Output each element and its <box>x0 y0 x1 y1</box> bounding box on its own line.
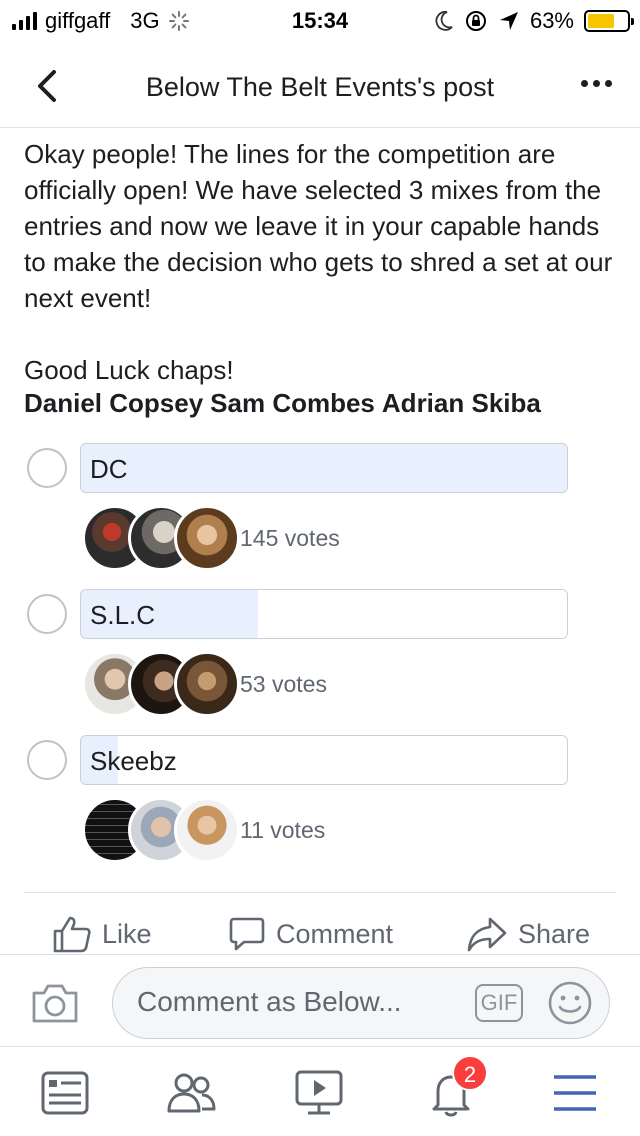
poll-option-label: DC <box>90 454 128 484</box>
poll-option-bar[interactable]: Skeebz <box>80 735 568 785</box>
poll-option-label: Skeebz <box>90 746 177 776</box>
like-label: Like <box>102 918 152 949</box>
vote-count[interactable]: 53 votes <box>240 671 327 698</box>
voter-avatars[interactable] <box>82 651 240 717</box>
thumbs-up-icon <box>53 916 91 953</box>
tagged-person-link[interactable]: Sam Combes <box>210 388 375 419</box>
moon-icon <box>435 11 453 31</box>
friends-icon <box>167 1073 216 1113</box>
post-header: Below The Belt Events's post <box>0 44 640 128</box>
rotation-lock-icon <box>465 11 486 31</box>
post-paragraph: Okay people! The lines for the competiti… <box>24 139 613 313</box>
comment-label: Comment <box>276 918 394 949</box>
poll-radio-button[interactable] <box>27 740 67 780</box>
poll-option-bar[interactable]: DC <box>80 443 568 493</box>
share-arrow-icon <box>467 917 507 952</box>
poll-radio-button[interactable] <box>27 448 67 488</box>
battery-percent: 63% <box>529 8 574 33</box>
tagged-person-link[interactable]: Daniel Copsey <box>24 388 203 419</box>
poll-option-bar[interactable]: S.L.C <box>80 589 568 639</box>
poll-result-fill <box>81 444 567 492</box>
bottom-tab-bar: 2 <box>0 1046 640 1136</box>
voter-avatars[interactable] <box>82 505 240 571</box>
comment-button[interactable]: Comment <box>228 910 393 958</box>
news-feed-icon <box>41 1071 89 1115</box>
avatar <box>174 651 240 717</box>
poll-radio-button[interactable] <box>27 594 67 634</box>
avatar <box>174 505 240 571</box>
camera-icon <box>32 984 78 1023</box>
page-title: Below The Belt Events's post <box>145 72 495 102</box>
share-label: Share <box>518 918 591 949</box>
hamburger-menu-icon <box>554 1075 596 1111</box>
tab-watch[interactable] <box>292 1067 346 1119</box>
avatar <box>174 797 240 863</box>
divider <box>24 892 616 893</box>
location-arrow-icon <box>499 12 518 30</box>
battery-icon <box>584 10 634 32</box>
comment-placeholder: Comment as Below... <box>137 986 402 1017</box>
tab-news-feed[interactable] <box>38 1067 92 1119</box>
more-dots-icon <box>581 80 588 87</box>
post-paragraph: Good Luck chaps! <box>24 355 234 385</box>
comment-input[interactable]: Comment as Below... GIF <box>112 967 610 1039</box>
gif-button[interactable]: GIF <box>475 984 523 1022</box>
voter-avatars[interactable] <box>82 797 240 863</box>
more-options-button[interactable] <box>581 80 612 87</box>
notification-badge: 2 <box>452 1055 488 1091</box>
vote-count[interactable]: 145 votes <box>240 525 340 552</box>
camera-button[interactable] <box>30 981 80 1025</box>
tab-menu[interactable] <box>548 1067 602 1119</box>
poll-option-label: S.L.C <box>90 600 156 630</box>
emoji-button[interactable] <box>547 980 593 1026</box>
smiley-icon <box>548 981 592 1025</box>
status-bar: giffgaff 3G 15:34 63% <box>0 0 640 40</box>
comment-composer: Comment as Below... GIF <box>0 954 640 1046</box>
tab-friends[interactable] <box>164 1067 218 1119</box>
post-body: Okay people! The lines for the competiti… <box>24 136 624 388</box>
vote-count[interactable]: 11 votes <box>240 817 325 844</box>
video-play-icon <box>295 1070 343 1115</box>
comment-bubble-icon <box>229 917 265 951</box>
like-button[interactable]: Like <box>52 910 152 958</box>
share-button[interactable]: Share <box>466 910 590 958</box>
tagged-person-link[interactable]: Adrian Skiba <box>382 388 541 419</box>
tagged-people: Daniel Copsey Sam Combes Adrian Skiba <box>24 388 541 419</box>
